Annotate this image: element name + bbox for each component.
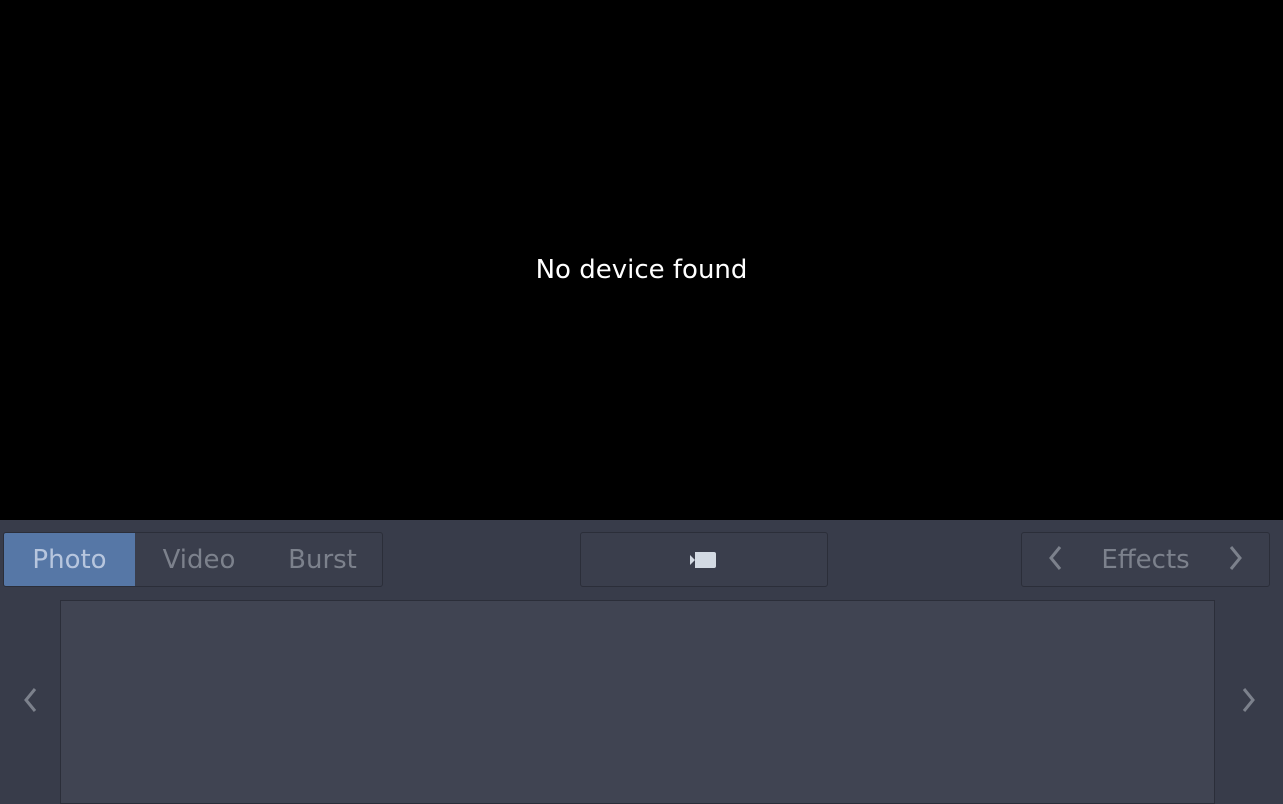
thumbnail-strip[interactable]: [60, 600, 1215, 804]
no-device-message: No device found: [535, 255, 748, 285]
effects-next-button[interactable]: [1203, 533, 1269, 586]
chevron-left-icon: [1048, 545, 1062, 575]
chevron-right-icon: [1229, 545, 1243, 575]
strip-next-button[interactable]: [1215, 600, 1283, 804]
chevron-right-icon: [1242, 687, 1256, 717]
capture-button[interactable]: [580, 532, 828, 587]
chevron-left-icon: [23, 687, 37, 717]
effects-prev-button[interactable]: [1022, 533, 1088, 586]
mode-photo-button[interactable]: Photo: [4, 533, 135, 586]
camera-app: No device found Photo Video Burst Effect…: [0, 0, 1283, 804]
camera-icon: [689, 550, 719, 570]
mode-video-button[interactable]: Video: [135, 533, 263, 586]
camera-viewport: No device found: [0, 0, 1283, 520]
effects-label: Effects: [1101, 544, 1190, 575]
mode-switcher: Photo Video Burst: [3, 532, 383, 587]
effects-navigator: Effects: [1021, 532, 1270, 587]
mode-burst-button[interactable]: Burst: [263, 533, 382, 586]
bottom-panel: Photo Video Burst Effects: [0, 520, 1283, 804]
strip-prev-button[interactable]: [0, 600, 60, 804]
